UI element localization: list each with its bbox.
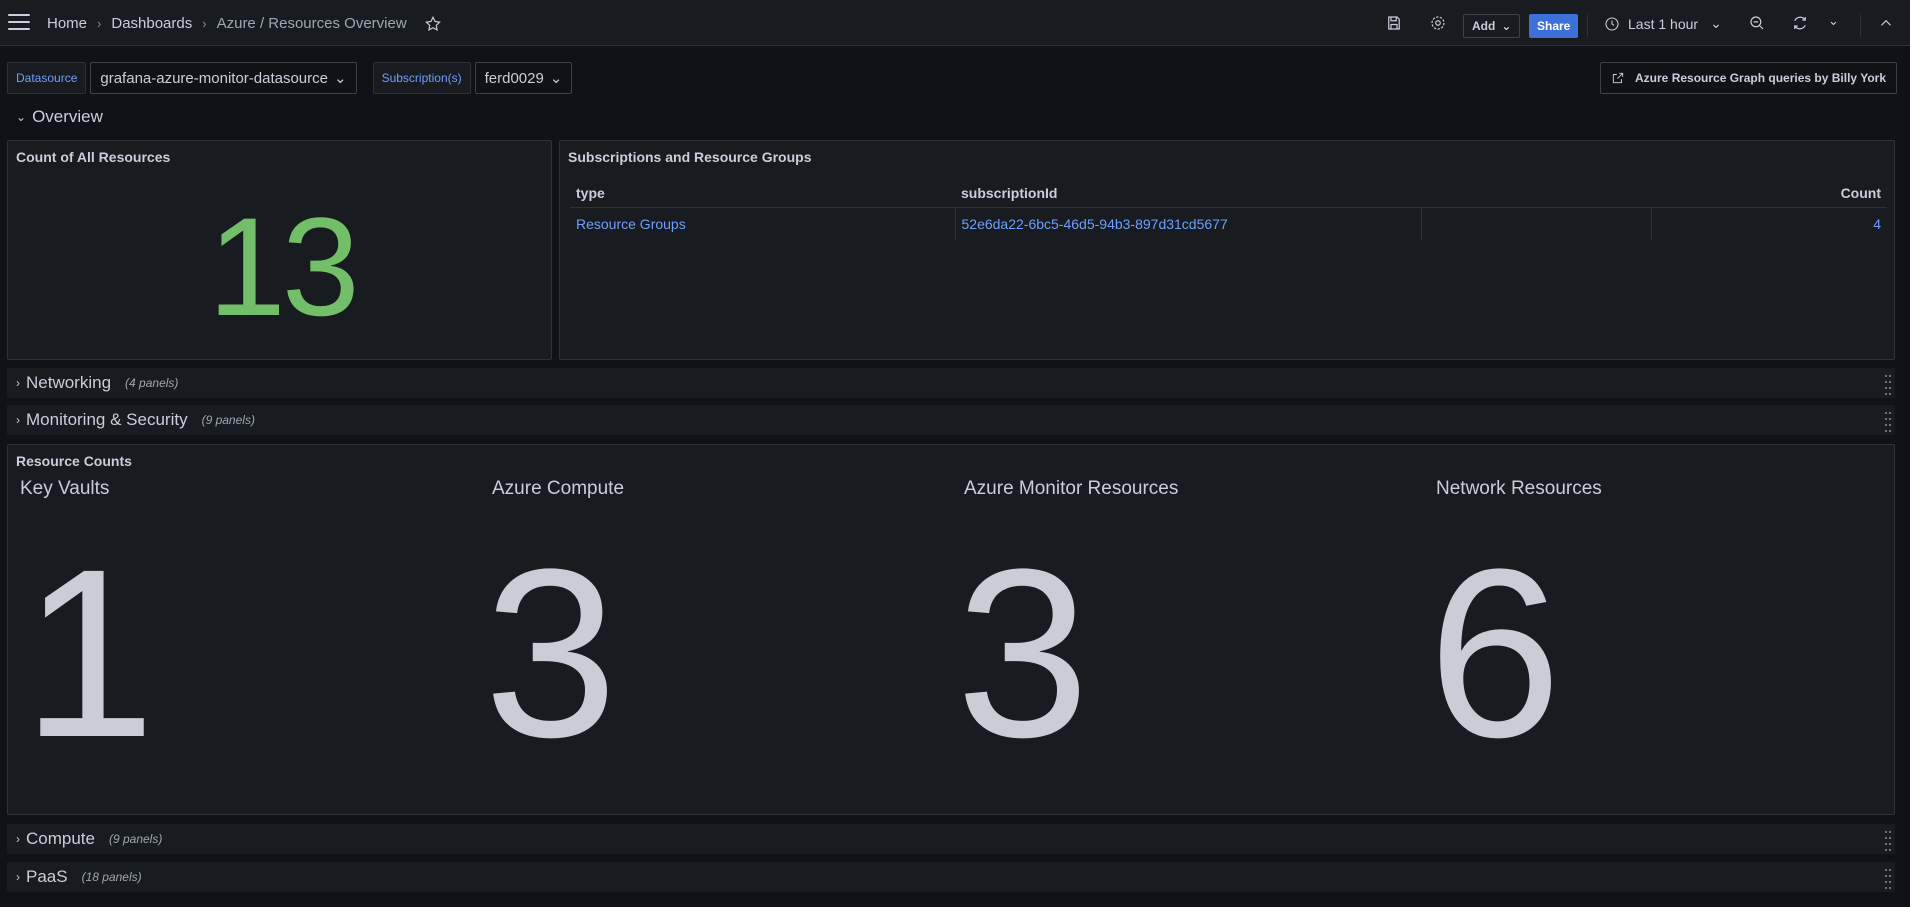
stat-value: 3 bbox=[484, 519, 617, 787]
row-title: Monitoring & Security bbox=[26, 410, 188, 429]
row-compute[interactable]: › Compute (9 panels) bbox=[7, 824, 1895, 854]
row-header[interactable]: › Monitoring & Security (9 panels) bbox=[16, 410, 255, 430]
chevron-down-icon: ⌄ bbox=[1710, 15, 1722, 31]
breadcrumb-separator: › bbox=[97, 16, 102, 31]
dashboard-link-label: Azure Resource Graph queries by Billy Yo… bbox=[1635, 71, 1886, 85]
row-monitoring-security[interactable]: › Monitoring & Security (9 panels) bbox=[7, 405, 1895, 435]
divider bbox=[1587, 15, 1588, 37]
breadcrumb-current-dashboard: Azure / Resources Overview bbox=[216, 15, 407, 32]
row-title: Overview bbox=[32, 107, 103, 126]
refresh-icon[interactable] bbox=[1791, 14, 1809, 32]
column-header-type[interactable]: type bbox=[570, 179, 955, 208]
breadcrumb-home[interactable]: Home bbox=[47, 15, 87, 32]
panel-resource-counts: Resource Counts Key Vaults 1 Azure Compu… bbox=[7, 444, 1895, 815]
subscription-variable-label: Subscription(s) bbox=[372, 62, 471, 94]
row-header[interactable]: › Networking (4 panels) bbox=[16, 373, 178, 393]
menu-icon[interactable] bbox=[8, 14, 30, 32]
panel-count-all-resources: Count of All Resources 13 bbox=[7, 140, 552, 360]
breadcrumb-separator: › bbox=[202, 16, 207, 31]
stat-label: Azure Compute bbox=[492, 478, 625, 499]
column-header-subscription-id[interactable]: subscriptionId bbox=[955, 179, 1421, 208]
row-paas[interactable]: › PaaS (18 panels) bbox=[7, 862, 1895, 892]
stat-azure-monitor-resources: Azure Monitor Resources 3 bbox=[952, 445, 1424, 813]
table-cell-count[interactable]: 4 bbox=[1651, 208, 1887, 241]
panel-title: Count of All Resources bbox=[16, 149, 171, 165]
row-panel-count: (4 panels) bbox=[125, 376, 179, 390]
stat-value: 1 bbox=[22, 519, 155, 787]
drag-handle-icon[interactable] bbox=[1884, 373, 1892, 395]
chevron-down-icon: ⌄ bbox=[16, 110, 27, 124]
panel-subscriptions-resource-groups: Subscriptions and Resource Groups type s… bbox=[559, 140, 1895, 360]
panel-title: Subscriptions and Resource Groups bbox=[568, 149, 812, 165]
breadcrumb-dashboards[interactable]: Dashboards bbox=[111, 15, 192, 32]
gear-icon[interactable] bbox=[1429, 14, 1447, 32]
table-cell-type[interactable]: Resource Groups bbox=[570, 207, 956, 240]
table-header-row: type subscriptionId Count bbox=[570, 179, 1887, 208]
stat-azure-compute: Azure Compute 3 bbox=[480, 445, 952, 813]
add-button-label: Add bbox=[1472, 19, 1496, 33]
stat-value: 13 bbox=[208, 188, 360, 345]
chevron-down-icon: ⌄ bbox=[1501, 19, 1512, 33]
drag-handle-icon[interactable] bbox=[1884, 867, 1892, 889]
drag-handle-icon[interactable] bbox=[1884, 829, 1892, 851]
table-cell-blank bbox=[1421, 207, 1652, 240]
star-icon[interactable] bbox=[424, 15, 442, 33]
add-button[interactable]: Add ⌄ bbox=[1463, 14, 1521, 38]
row-title: PaaS bbox=[26, 867, 68, 886]
refresh-interval-chevron-icon[interactable]: ⌄ bbox=[1828, 13, 1846, 31]
drag-handle-icon[interactable] bbox=[1884, 410, 1892, 432]
column-header-count[interactable]: Count bbox=[1651, 179, 1887, 208]
row-title: Networking bbox=[26, 373, 112, 392]
stat-value: 3 bbox=[956, 519, 1089, 787]
zoom-out-icon[interactable] bbox=[1748, 14, 1766, 32]
table-row: Resource Groups 52e6da22-6bc5-46d5-94b3-… bbox=[570, 207, 1887, 241]
datasource-variable-label: Datasource bbox=[7, 62, 87, 94]
row-panel-count: (9 panels) bbox=[201, 413, 255, 427]
chevron-up-icon[interactable] bbox=[1877, 14, 1895, 32]
row-networking[interactable]: › Networking (4 panels) bbox=[7, 368, 1895, 398]
stat-value: 6 bbox=[1428, 519, 1561, 787]
chevron-right-icon: › bbox=[16, 832, 20, 846]
datasource-select-value: grafana-azure-monitor-datasource bbox=[100, 69, 328, 87]
subscription-select-value: ferd0029 bbox=[484, 69, 544, 87]
top-navbar: Home › Dashboards › Azure / Resources Ov… bbox=[0, 0, 1910, 46]
stat-label: Key Vaults bbox=[20, 478, 110, 499]
chevron-right-icon: › bbox=[16, 870, 20, 884]
row-header[interactable]: › PaaS (18 panels) bbox=[16, 867, 142, 887]
row-panel-count: (9 panels) bbox=[108, 832, 163, 846]
variables-bar: Datasource grafana-azure-monitor-datasou… bbox=[7, 62, 573, 94]
time-range-picker[interactable]: Last 1 hour ⌄ bbox=[1604, 15, 1722, 32]
divider bbox=[1860, 15, 1861, 37]
dashboard-external-link[interactable]: Azure Resource Graph queries by Billy Yo… bbox=[1600, 62, 1897, 94]
time-range-label: Last 1 hour bbox=[1628, 15, 1699, 32]
chevron-down-icon: ⌄ bbox=[549, 70, 563, 87]
row-title: Compute bbox=[26, 829, 95, 848]
chevron-right-icon: › bbox=[16, 376, 20, 390]
data-table: type subscriptionId Count Resource Group… bbox=[570, 179, 1887, 240]
save-icon[interactable] bbox=[1385, 14, 1403, 32]
share-button[interactable]: Share bbox=[1529, 14, 1579, 38]
table-cell-subscription-id[interactable]: 52e6da22-6bc5-46d5-94b3-897d31cd5677 bbox=[955, 207, 1422, 240]
breadcrumb: Home › Dashboards › Azure / Resources Ov… bbox=[47, 15, 407, 32]
stat-network-resources: Network Resources 6 bbox=[1424, 445, 1896, 813]
external-link-icon bbox=[1612, 72, 1624, 84]
row-panel-count: (18 panels) bbox=[81, 870, 142, 884]
column-header-blank bbox=[1421, 179, 1651, 208]
row-overview[interactable]: ⌄ Overview bbox=[16, 107, 103, 127]
subscription-select[interactable]: ferd0029 ⌄ bbox=[474, 62, 573, 94]
clock-icon bbox=[1605, 16, 1619, 31]
row-header[interactable]: › Compute (9 panels) bbox=[16, 829, 162, 849]
stat-label: Azure Monitor Resources bbox=[964, 478, 1179, 499]
chevron-right-icon: › bbox=[16, 413, 20, 427]
stat-label: Network Resources bbox=[1436, 478, 1602, 499]
datasource-select[interactable]: grafana-azure-monitor-datasource ⌄ bbox=[90, 62, 357, 94]
stat-key-vaults: Key Vaults 1 bbox=[8, 445, 480, 813]
chevron-down-icon: ⌄ bbox=[334, 70, 347, 87]
